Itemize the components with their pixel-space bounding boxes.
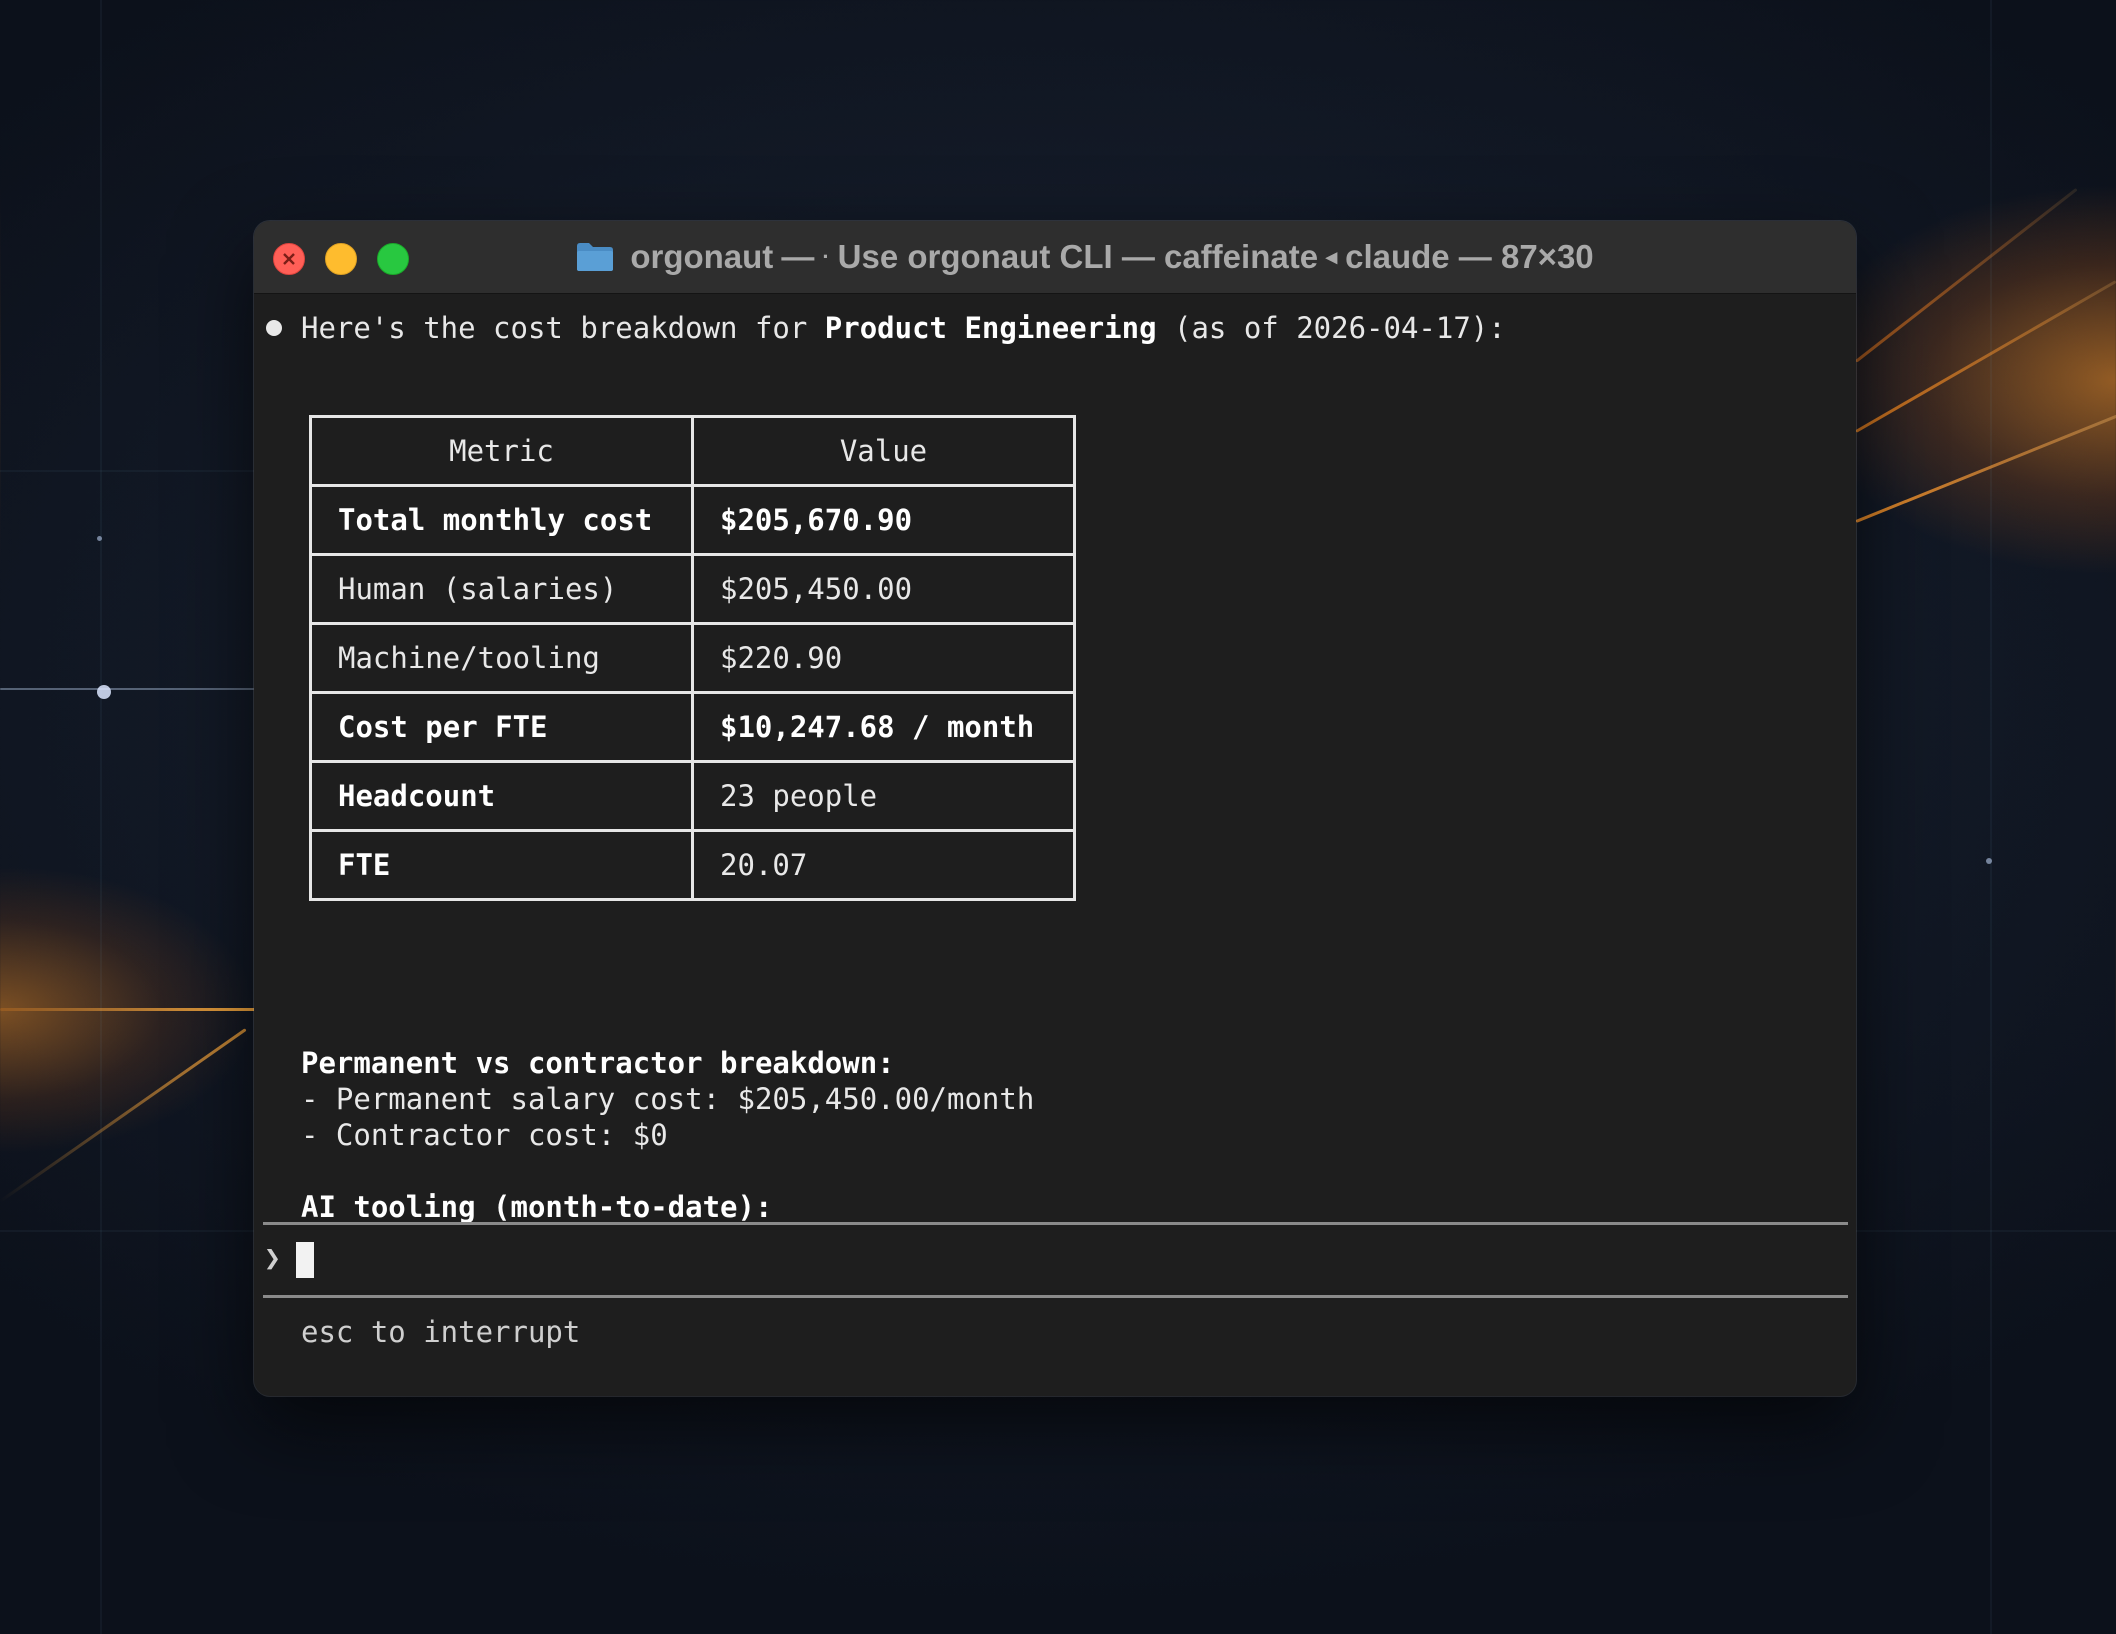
value-cell: $205,670.90 [691, 484, 1076, 556]
folder-icon [577, 243, 614, 271]
title-separator: — [781, 238, 815, 275]
table-row: Machine/tooling $220.90 [309, 622, 1076, 694]
title-arrow: ◂ [1326, 244, 1338, 269]
intro-prefix: Here's the cost breakdown for [301, 311, 825, 345]
value-cell: 23 people [691, 760, 1076, 832]
permanent-cost-line: - Permanent salary cost: $205,450.00/mon… [301, 1082, 1035, 1116]
light-streak [1855, 280, 2116, 433]
metric-cell: FTE [309, 829, 694, 901]
background-grid-line [100, 0, 102, 1634]
metric-cell: Human (salaries) [309, 553, 694, 625]
table-header-row: Metric Value [309, 415, 1076, 487]
title-directory: orgonaut [630, 238, 774, 275]
value-cell: 20.07 [691, 829, 1076, 901]
background-grid-line [0, 470, 260, 472]
light-streak [1855, 187, 2078, 363]
value-cell: $220.90 [691, 622, 1076, 694]
response-intro: Here's the cost breakdown for Product En… [301, 310, 1506, 346]
interrupt-hint: esc to interrupt [301, 1315, 581, 1349]
team-name: Product Engineering [824, 311, 1157, 345]
metric-cell: Headcount [309, 760, 694, 832]
value-cell: $205,450.00 [691, 553, 1076, 625]
breakdown-heading: Permanent vs contractor breakdown: [301, 1046, 895, 1080]
background-star [1986, 858, 1992, 864]
table-row: Human (salaries) $205,450.00 [309, 553, 1076, 625]
cost-table: Metric Value Total monthly cost $205,670… [309, 415, 1076, 901]
table-row: Total monthly cost $205,670.90 [309, 484, 1076, 556]
background-grid-line [1990, 0, 1992, 1634]
title-dot: · [822, 244, 830, 269]
metric-cell: Total monthly cost [309, 484, 694, 556]
light-streak [0, 688, 254, 690]
column-header-value: Value [691, 415, 1076, 487]
contractor-cost-line: - Contractor cost: $0 [301, 1118, 668, 1152]
terminal-content[interactable]: Here's the cost breakdown for Product En… [254, 293, 1856, 1224]
bullet-dot-icon [266, 320, 282, 336]
terminal-window: orgonaut — · Use orgonaut CLI — caffeina… [254, 221, 1856, 1396]
prompt-input[interactable] [294, 1233, 1834, 1289]
value-cell: $10,247.68 / month [691, 691, 1076, 763]
intro-suffix: (as of 2026-04-17): [1156, 311, 1506, 345]
table-row: FTE 20.07 [309, 829, 1076, 901]
light-streak [0, 1028, 247, 1203]
light-streak [0, 1008, 260, 1011]
background-star [97, 536, 102, 541]
ai-tooling-heading: AI tooling (month-to-date): [301, 1190, 773, 1224]
table-row: Headcount 23 people [309, 760, 1076, 832]
table-row: Cost per FTE $10,247.68 / month [309, 691, 1076, 763]
text-cursor [296, 1242, 314, 1278]
column-header-metric: Metric [309, 415, 694, 487]
title-command: Use orgonaut CLI — caffeinate [837, 238, 1319, 275]
prompt-top-divider [263, 1222, 1848, 1225]
window-title: orgonaut — · Use orgonaut CLI — caffeina… [254, 221, 1856, 293]
light-streak [1855, 407, 2116, 523]
metric-cell: Machine/tooling [309, 622, 694, 694]
metric-cell: Cost per FTE [309, 691, 694, 763]
title-bar[interactable]: orgonaut — · Use orgonaut CLI — caffeina… [254, 221, 1856, 294]
background-star [97, 685, 111, 699]
title-process: claude — 87×30 [1345, 238, 1594, 275]
prompt-bottom-divider [263, 1295, 1848, 1298]
prompt-chevron-icon: ❯ [264, 1241, 281, 1274]
